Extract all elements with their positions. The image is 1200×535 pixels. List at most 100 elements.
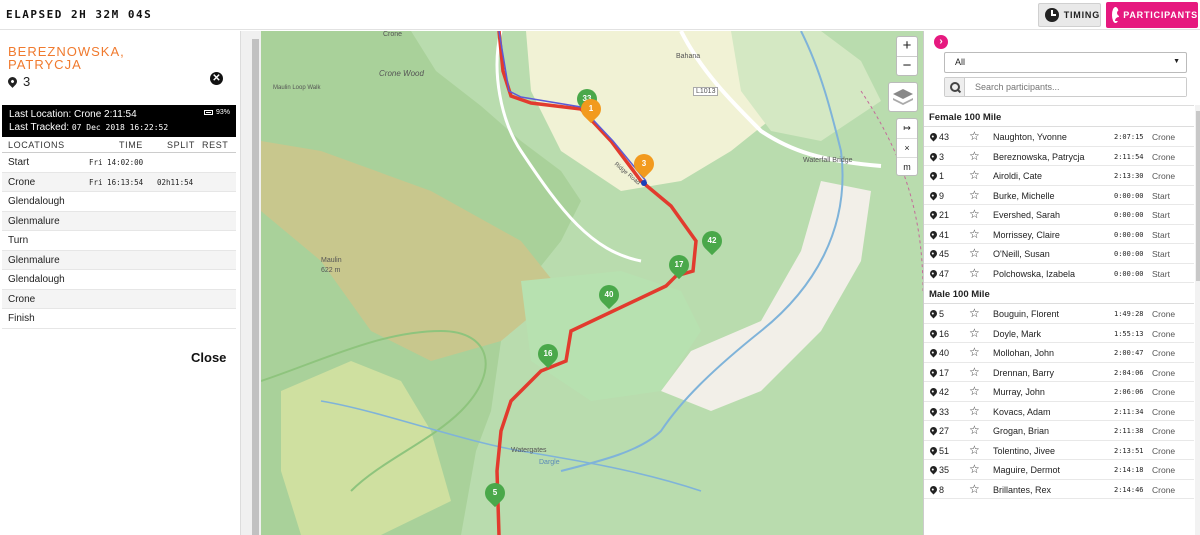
runner-bib: 3 — [6, 74, 31, 89]
star-icon[interactable]: ☆ — [969, 149, 980, 163]
map-pin-icon[interactable] — [928, 328, 939, 338]
map-pin-icon[interactable] — [928, 406, 939, 416]
close-circle-icon[interactable]: ✕ — [210, 72, 223, 85]
tracking-status-box: Last Location: Crone 2:11:54 Last Tracke… — [2, 105, 236, 137]
participant-filter-select[interactable]: All ▼ — [944, 52, 1187, 73]
map-marker[interactable]: 42 — [697, 226, 727, 256]
scrollbar-thumb[interactable] — [252, 39, 259, 535]
search-input[interactable] — [965, 78, 1186, 96]
star-icon[interactable]: ☆ — [969, 482, 980, 496]
participant-row[interactable]: 17 ☆ Drennan, Barry 2:04:06 Crone — [924, 363, 1194, 382]
map-pin-icon[interactable] — [928, 268, 939, 278]
participant-row[interactable]: 27 ☆ Grogan, Brian 2:11:38 Crone — [924, 421, 1194, 441]
participants-label: PARTICIPANTS — [1123, 10, 1198, 20]
participant-row[interactable]: 21 ☆ Evershed, Sarah 0:00:00 Start — [924, 205, 1194, 225]
star-icon[interactable]: ☆ — [969, 365, 980, 379]
runner-bib-number: 3 — [23, 74, 31, 89]
participants-button[interactable]: PARTICIPANTS — [1106, 2, 1198, 28]
participant-list-scrollbar[interactable] — [1195, 105, 1200, 535]
participant-row[interactable]: 43 ☆ Naughton, Yvonne 2:07:15 Crone — [924, 127, 1194, 147]
zoom-in-button[interactable]: + — [897, 37, 917, 56]
map-canvas[interactable]: Crone Crone Wood Bahana L1013 Waterfall … — [261, 31, 923, 535]
star-icon[interactable]: ☆ — [969, 345, 980, 359]
measure-distance-button[interactable]: ↦ — [897, 119, 917, 138]
map-marker[interactable]: 3 — [629, 149, 659, 179]
participant-row[interactable]: 1 ☆ Airoldi, Cate 2:13:30 Crone — [924, 166, 1194, 186]
star-icon[interactable]: ☆ — [969, 227, 980, 241]
layers-button[interactable] — [888, 82, 918, 112]
star-icon[interactable]: ☆ — [969, 306, 980, 320]
star-icon[interactable]: ☆ — [969, 266, 980, 280]
timing-button[interactable]: TIMING — [1038, 3, 1101, 27]
map-pin-icon[interactable] — [928, 308, 939, 319]
participant-time: 2:06:06 — [1114, 388, 1144, 396]
participant-row[interactable]: 16 ☆ Doyle, Mark 1:55:13 Crone — [924, 324, 1194, 343]
map-pin-icon[interactable] — [928, 425, 939, 436]
participant-row[interactable]: 45 ☆ O'Neill, Susan 0:00:00 Start — [924, 244, 1194, 264]
chevron-right-icon[interactable]: › — [934, 35, 948, 49]
location-row: Glenmalure — [2, 211, 236, 231]
participant-location: Crone — [1152, 484, 1176, 495]
participant-location: Crone — [1152, 426, 1176, 436]
participant-location: Crone — [1152, 367, 1176, 378]
star-icon[interactable]: ☆ — [969, 188, 980, 202]
map-pin-icon[interactable] — [928, 248, 939, 259]
map-pin-icon[interactable] — [928, 151, 939, 161]
map-marker[interactable]: 40 — [594, 280, 624, 310]
map-pin-icon[interactable] — [928, 209, 939, 220]
filter-selected-value: All — [955, 57, 966, 67]
map-pin-icon[interactable] — [928, 386, 939, 397]
participant-row[interactable]: 47 ☆ Polchowska, Izabela 0:00:00 Start — [924, 264, 1194, 283]
participant-row[interactable]: 40 ☆ Mollohan, John 2:00:47 Crone — [924, 343, 1194, 363]
participant-row[interactable]: 5 ☆ Bouguin, Florent 1:49:28 Crone — [924, 304, 1194, 324]
map-marker[interactable]: 17 — [664, 250, 694, 280]
map-pin-icon[interactable] — [928, 131, 939, 142]
participant-row[interactable]: 8 ☆ Brillantes, Rex 2:14:46 Crone — [924, 480, 1194, 499]
close-button[interactable]: Close — [191, 350, 226, 365]
search-icon[interactable] — [945, 78, 965, 96]
participant-bib: 45 — [939, 249, 950, 259]
map-pin-icon[interactable] — [928, 347, 939, 358]
location-name: Start — [8, 157, 30, 168]
map-pin-icon[interactable] — [928, 367, 939, 377]
map-marker[interactable]: 1 — [576, 94, 606, 124]
participant-row[interactable]: 41 ☆ Morrissey, Claire 0:00:00 Start — [924, 225, 1194, 244]
clear-measure-button[interactable]: × — [897, 138, 917, 157]
participant-name: Bereznowska, Patrycja — [993, 151, 1085, 162]
map-marker[interactable]: 5 — [480, 478, 510, 508]
star-icon[interactable]: ☆ — [969, 326, 980, 340]
star-icon[interactable]: ☆ — [969, 246, 980, 260]
zoom-out-button[interactable]: − — [897, 56, 917, 75]
star-icon[interactable]: ☆ — [969, 423, 980, 437]
star-icon[interactable]: ☆ — [969, 443, 980, 457]
star-icon[interactable]: ☆ — [969, 168, 980, 182]
map-label-waterfall-bridge: Waterfall Bridge — [803, 157, 853, 164]
scrollbar-thumb[interactable] — [1196, 111, 1200, 281]
participant-row[interactable]: 35 ☆ Maguire, Dermot 2:14:18 Crone — [924, 460, 1194, 480]
star-icon[interactable]: ☆ — [969, 404, 980, 418]
map-pin-icon[interactable] — [928, 229, 939, 239]
locations-header: LOCATIONS TIME SPLIT REST — [2, 137, 236, 153]
participant-bib: 43 — [939, 132, 950, 142]
star-icon[interactable]: ☆ — [969, 384, 980, 398]
participant-row[interactable]: 3 ☆ Bereznowska, Patrycja 2:11:54 Crone — [924, 147, 1194, 166]
measure-unit-button[interactable]: m — [897, 157, 917, 176]
participant-row[interactable]: 9 ☆ Burke, Michelle 0:00:00 Start — [924, 186, 1194, 205]
star-icon[interactable]: ☆ — [969, 129, 980, 143]
map-marker[interactable]: 16 — [533, 339, 563, 369]
star-icon[interactable]: ☆ — [969, 207, 980, 221]
map-pin-icon[interactable] — [928, 445, 939, 455]
participant-row[interactable]: 33 ☆ Kovacs, Adam 2:11:34 Crone — [924, 402, 1194, 421]
map-pin-icon[interactable] — [928, 464, 939, 475]
time-col: TIME — [119, 139, 143, 150]
map-pin-icon[interactable] — [928, 484, 939, 494]
participant-location: Crone — [1152, 348, 1176, 358]
star-icon[interactable]: ☆ — [969, 462, 980, 476]
left-panel-scrollbar[interactable] — [240, 31, 261, 535]
participant-row[interactable]: 42 ☆ Murray, John 2:06:06 Crone — [924, 382, 1194, 402]
participant-bib: 9 — [939, 190, 945, 201]
map-pin-icon[interactable] — [928, 190, 939, 200]
map-pin-icon[interactable] — [928, 170, 939, 181]
participant-location: Start — [1152, 249, 1170, 259]
participant-row[interactable]: 51 ☆ Tolentino, Jivee 2:13:51 Crone — [924, 441, 1194, 460]
